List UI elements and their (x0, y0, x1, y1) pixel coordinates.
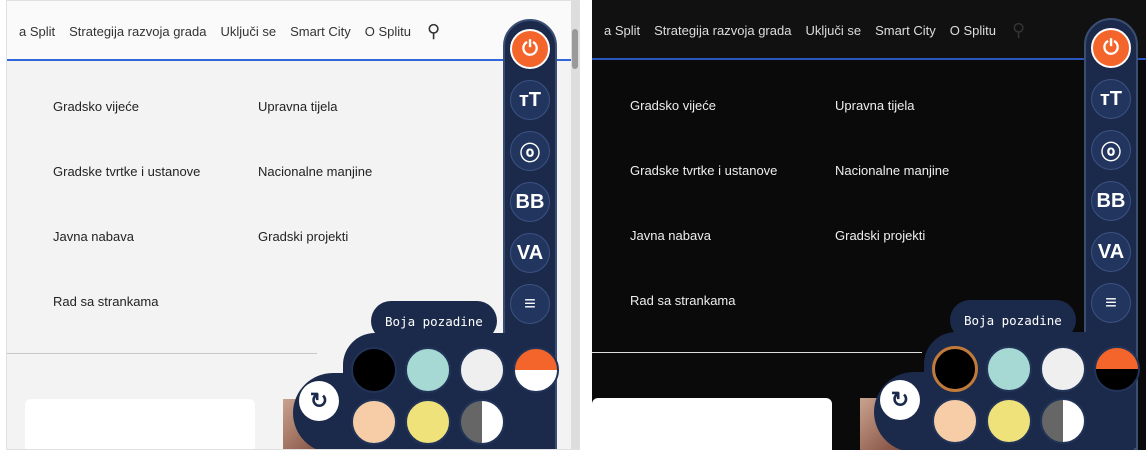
menu-link[interactable]: Gradski projekti (835, 228, 1040, 293)
nav-underline (7, 59, 579, 61)
line-height-icon[interactable]: ≡ (510, 284, 550, 324)
swatch-orange-white[interactable] (513, 347, 559, 393)
menu-link[interactable]: Javna nabava (53, 229, 258, 294)
swatch-white[interactable] (1040, 346, 1086, 392)
top-navigation: a Split Strategija razvoja grada Uključi… (7, 1, 579, 61)
search-icon[interactable]: ⚲ (1012, 20, 1025, 41)
color-palette: ↻ (874, 332, 1140, 450)
color-palette: ↻ (293, 333, 559, 449)
swatch-peach[interactable] (932, 398, 978, 444)
nav-item[interactable]: Strategija razvoja grada (654, 23, 791, 38)
nav-item[interactable]: Strategija razvoja grada (69, 24, 206, 39)
letter-spacing-icon[interactable]: VA (510, 233, 550, 273)
content-card (592, 398, 832, 450)
swatch-teal[interactable] (405, 347, 451, 393)
line-height-icon[interactable]: ≡ (1091, 283, 1131, 323)
scrollbar-thumb[interactable] (572, 29, 578, 69)
nav-underline (592, 58, 1146, 60)
cursor-icon[interactable]: ⓞ (510, 131, 550, 171)
power-icon[interactable]: ⏻ (1091, 28, 1131, 68)
reset-icon[interactable]: ↻ (299, 381, 339, 421)
nav-item[interactable]: Smart City (290, 24, 351, 39)
bold-icon[interactable]: BB (510, 182, 550, 222)
menu-link[interactable]: Rad sa strankama (53, 294, 301, 359)
menu-link[interactable]: Rad sa strankama (630, 293, 878, 358)
nav-item[interactable]: Uključi se (220, 24, 276, 39)
cursor-icon[interactable]: ⓞ (1091, 130, 1131, 170)
search-icon[interactable]: ⚲ (427, 21, 440, 42)
swatch-white[interactable] (459, 347, 505, 393)
reset-icon[interactable]: ↻ (880, 380, 920, 420)
menu-link[interactable]: Gradski projekti (258, 229, 463, 294)
section-divider (592, 352, 922, 353)
swatch-teal[interactable] (986, 346, 1032, 392)
content-card (25, 399, 255, 449)
nav-item[interactable]: a Split (19, 24, 55, 39)
swatch-black-selected[interactable] (932, 346, 978, 392)
nav-item[interactable]: a Split (604, 23, 640, 38)
swatch-black[interactable] (351, 347, 397, 393)
screenshot-composite: a Split Strategija razvoja grada Uključi… (0, 0, 1146, 450)
swatch-half-grey-white[interactable] (1040, 398, 1086, 444)
top-navigation: a Split Strategija razvoja grada Uključi… (592, 0, 1146, 60)
menu-link[interactable]: Nacionalne manjine (258, 164, 463, 229)
menu-link[interactable]: Upravna tijela (835, 98, 1040, 163)
power-icon[interactable]: ⏻ (510, 29, 550, 69)
text-size-icon[interactable]: тТ (1091, 79, 1131, 119)
nav-item[interactable]: Smart City (875, 23, 936, 38)
menu-link[interactable]: Gradske tvrtke i ustanove (53, 164, 258, 229)
right-page-dark: a Split Strategija razvoja grada Uključi… (592, 0, 1146, 450)
bold-icon[interactable]: BB (1091, 181, 1131, 221)
menu-link[interactable]: Gradske tvrtke i ustanove (630, 163, 835, 228)
menu-link[interactable]: Upravna tijela (258, 99, 463, 164)
swatch-yellow[interactable] (405, 399, 451, 445)
menu-link[interactable]: Gradsko vijeće (53, 99, 258, 164)
swatch-half-grey-white[interactable] (459, 399, 505, 445)
scrollbar[interactable] (571, 1, 579, 449)
letter-spacing-icon[interactable]: VA (1091, 232, 1131, 272)
menu-link[interactable]: Gradsko vijeće (630, 98, 835, 163)
swatch-peach[interactable] (351, 399, 397, 445)
menu-link[interactable]: Javna nabava (630, 228, 835, 293)
text-size-icon[interactable]: тТ (510, 80, 550, 120)
swatch-yellow[interactable] (986, 398, 1032, 444)
section-divider (7, 353, 317, 354)
menu-link[interactable]: Nacionalne manjine (835, 163, 1040, 228)
nav-item[interactable]: O Splitu (950, 23, 996, 38)
nav-item[interactable]: O Splitu (365, 24, 411, 39)
nav-item[interactable]: Uključi se (805, 23, 861, 38)
swatch-orange-black[interactable] (1094, 346, 1140, 392)
left-page-light: a Split Strategija razvoja grada Uključi… (6, 0, 580, 450)
